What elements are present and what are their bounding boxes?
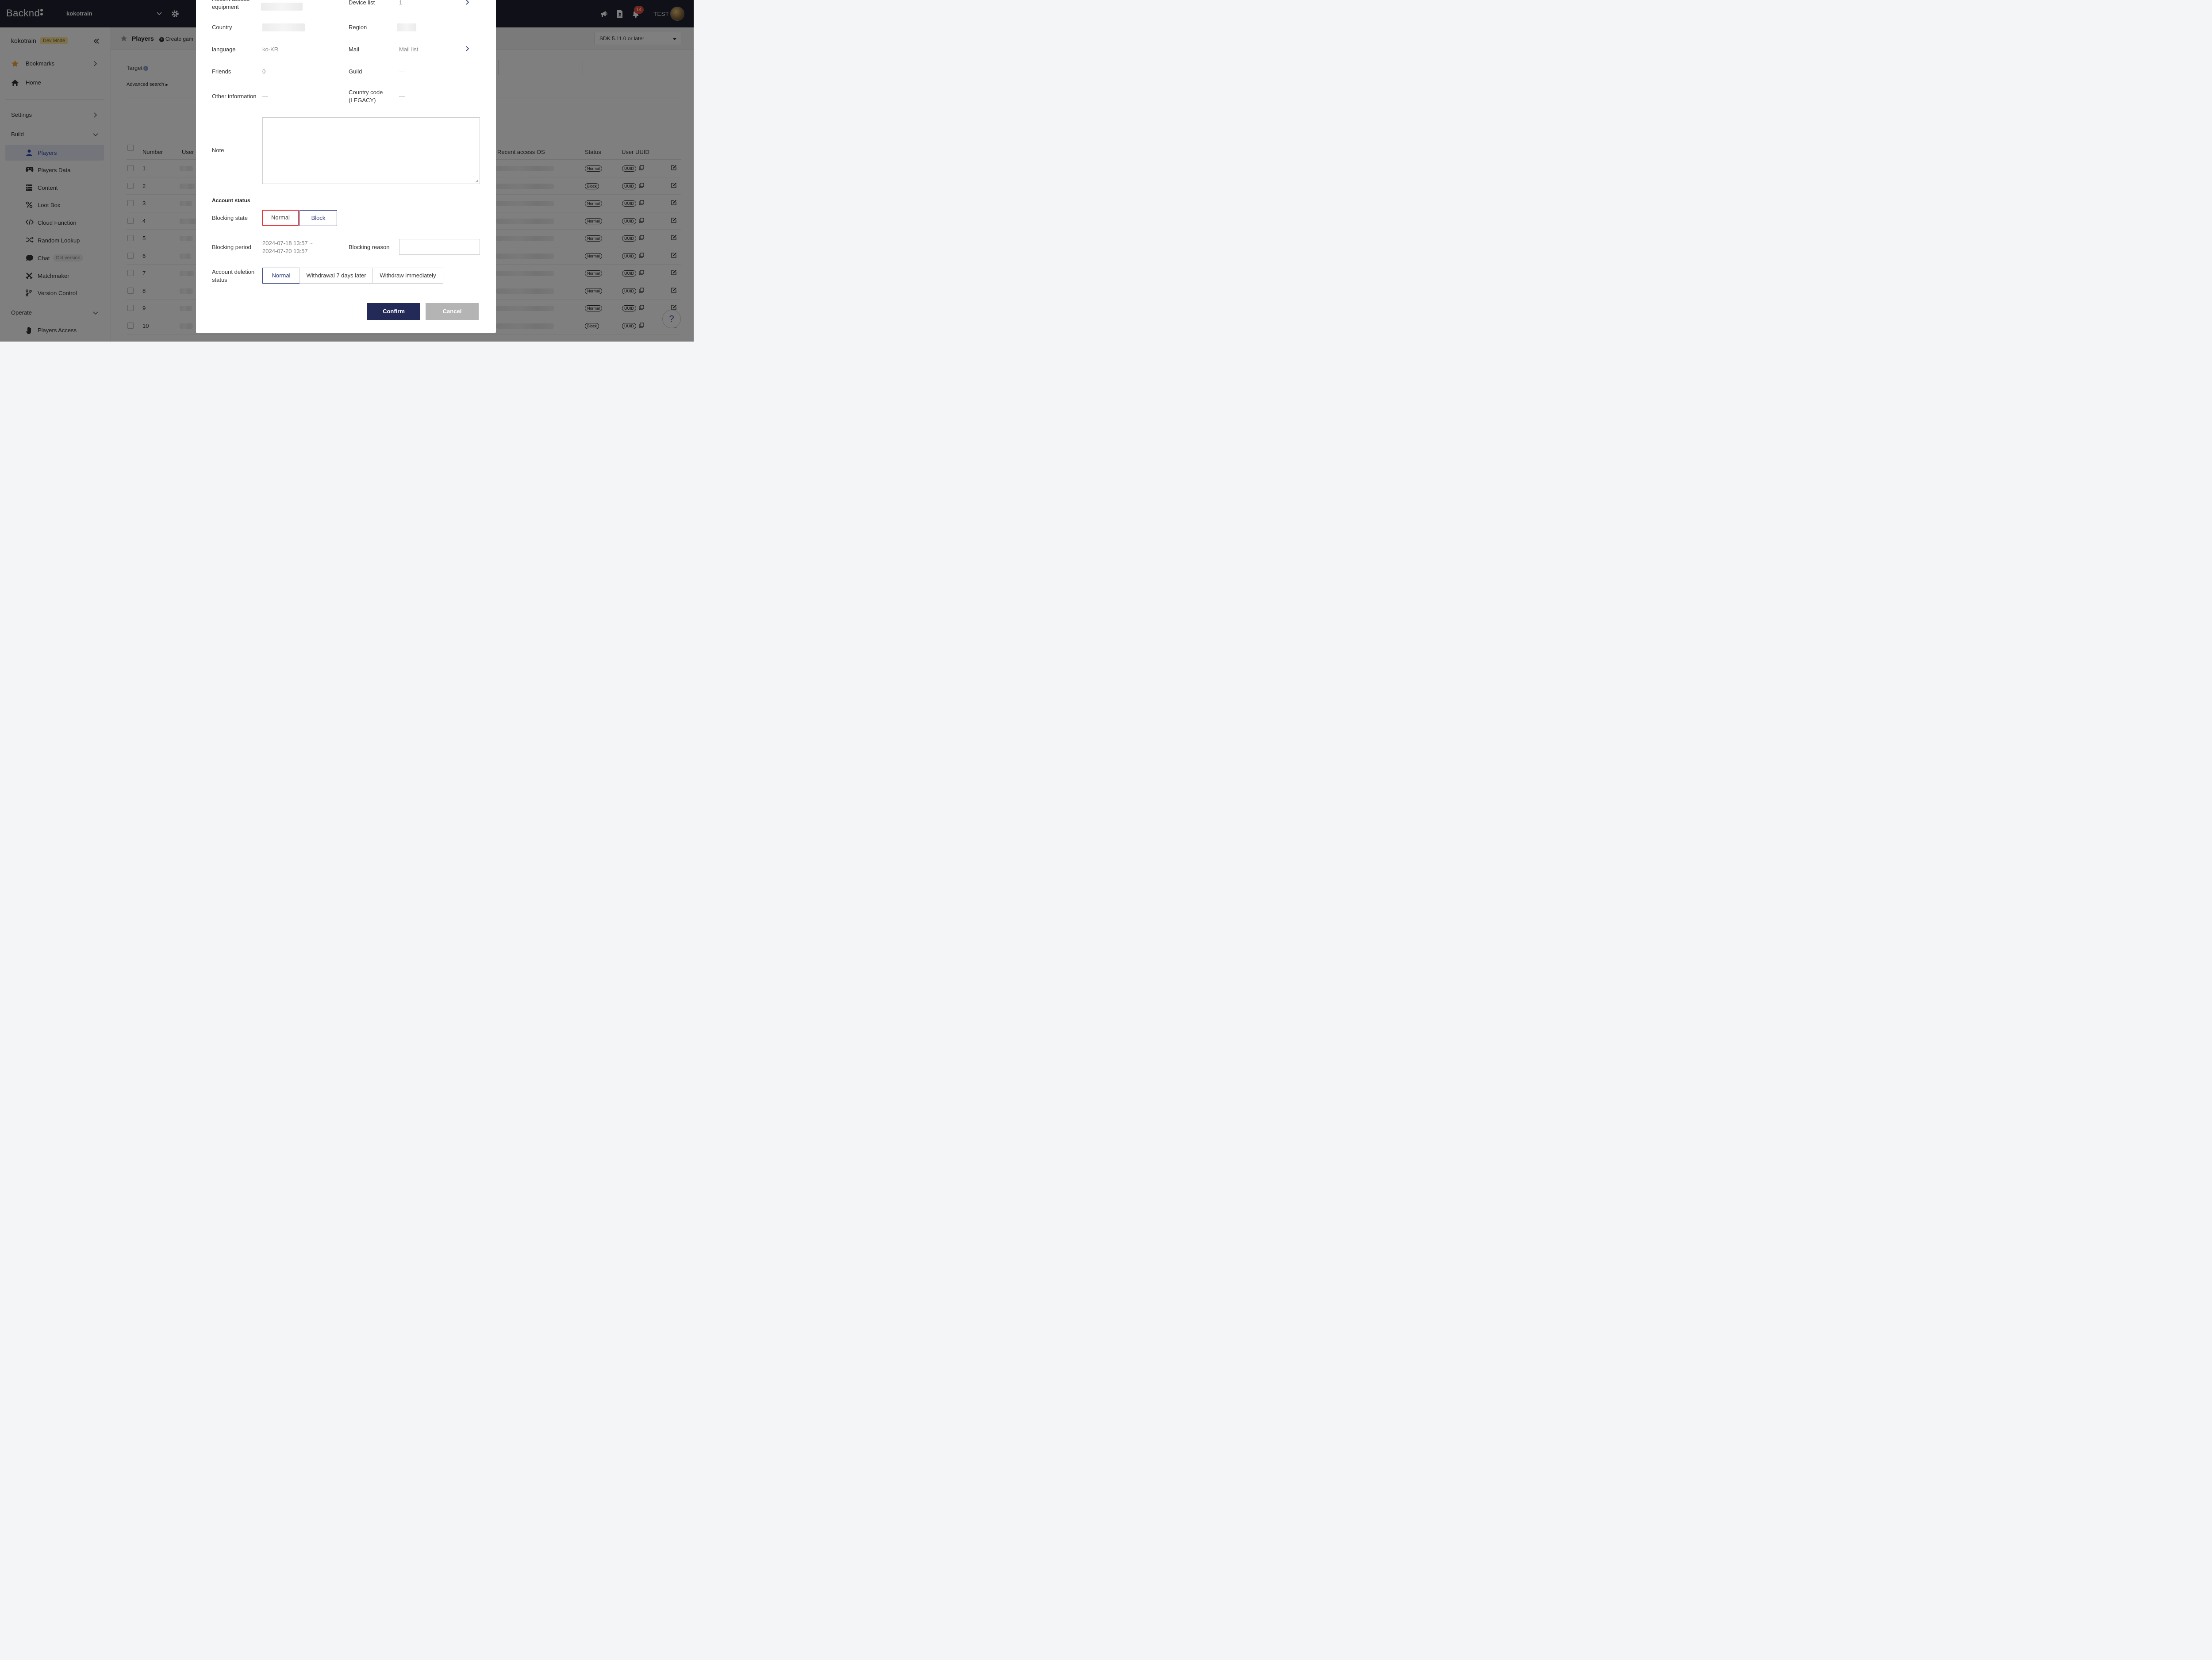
friends-value: 0 — [262, 68, 266, 75]
account-status-title: Account status — [212, 197, 250, 204]
note-textarea[interactable] — [262, 117, 480, 184]
cancel-button[interactable]: Cancel — [426, 303, 479, 320]
guild-label: Guild — [349, 68, 362, 75]
deletion-status-label: Account deletion status — [212, 269, 255, 283]
chevron-right-icon[interactable] — [465, 0, 469, 5]
confirm-button[interactable]: Confirm — [367, 303, 420, 320]
blocking-period-end: 2024-07-20 13:57 — [262, 248, 308, 254]
blocking-period-start: 2024-07-18 13:57 ~ — [262, 240, 313, 246]
blocking-block-button[interactable]: Block — [300, 210, 337, 226]
resize-grip-icon[interactable] — [475, 179, 479, 183]
recent-equipment-label: Recent access equipment — [212, 0, 250, 10]
other-info-value: — — [262, 93, 268, 100]
mail-list-link[interactable]: Mail list — [399, 46, 418, 54]
deletion-normal-button[interactable]: Normal — [262, 268, 300, 284]
country-code-value: — — [399, 93, 405, 100]
note-label: Note — [212, 147, 224, 154]
region-value-redacted — [397, 23, 416, 31]
blocking-normal-button[interactable]: Normal — [262, 210, 299, 226]
blocking-reason-label: Blocking reason — [349, 244, 390, 250]
blocking-state-label: Blocking state — [212, 215, 248, 221]
device-list-label: Device list — [349, 0, 375, 6]
deletion-7-days-button[interactable]: Withdrawal 7 days later — [300, 268, 373, 284]
friends-label: Friends — [212, 68, 231, 75]
recent-equipment-value-redacted — [261, 3, 303, 11]
blocking-period-label: Blocking period — [212, 244, 251, 250]
country-value-redacted — [262, 23, 305, 31]
player-detail-modal: Recent access equipment Device list 1 Co… — [196, 0, 496, 333]
region-label: Region — [349, 24, 367, 31]
language-value: ko-KR — [262, 46, 279, 53]
deletion-immediately-button[interactable]: Withdraw immediately — [373, 268, 443, 284]
country-label: Country — [212, 24, 232, 31]
country-code-label: Country code (LEGACY) — [349, 89, 383, 104]
blocking-reason-input[interactable] — [399, 239, 480, 255]
device-list-value: 1 — [399, 0, 403, 6]
guild-value: — — [399, 68, 405, 75]
language-label: language — [212, 46, 236, 53]
chevron-right-icon[interactable] — [465, 46, 469, 51]
other-info-label: Other information — [212, 93, 257, 100]
mail-label: Mail — [349, 46, 359, 53]
